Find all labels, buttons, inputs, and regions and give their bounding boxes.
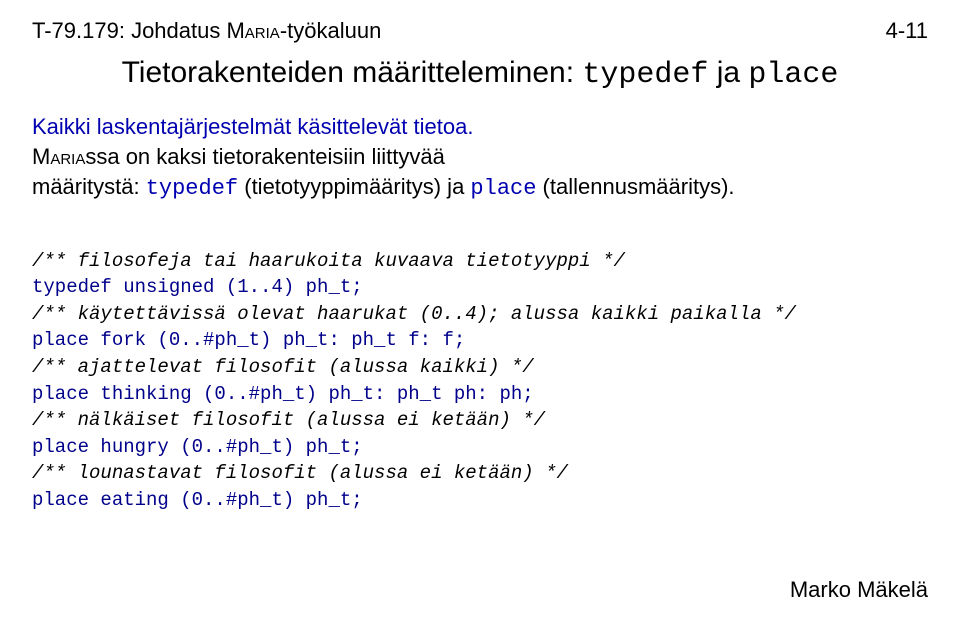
intro-line-2b: ssa on kaksi tietorakenteisiin liittyvää [85, 144, 445, 169]
title-keyword-place: place [748, 58, 838, 92]
title-text: Tietorakenteiden määritteleminen: [122, 56, 583, 89]
author: Marko Mäkelä [790, 577, 928, 603]
code-line-2: place fork (0..#ph_t) ph_t: ph_t f: f; [32, 329, 465, 351]
code-line-5: place eating (0..#ph_t) ph_t; [32, 489, 363, 511]
intro-tool: Maria [32, 144, 85, 169]
title-mid: ja [708, 56, 748, 89]
code-block: /** filosofeja tai haarukoita kuvaava ti… [32, 221, 928, 514]
code-line-3: place thinking (0..#ph_t) ph_t: ph_t ph:… [32, 383, 534, 405]
code-comment-4: /** nälkäiset filosofit (alussa ei ketää… [32, 409, 545, 431]
page-number: 4-11 [886, 18, 928, 44]
header-suffix: -työkaluun [280, 18, 382, 43]
intro-line-1: Kaikki laskentajärjestelmät käsittelevät… [32, 114, 928, 140]
code-line-1: typedef unsigned (1..4) ph_t; [32, 276, 363, 298]
header-prefix: T-79.179: Johdatus [32, 18, 226, 43]
intro-block: Kaikki laskentajärjestelmät käsittelevät… [32, 114, 928, 201]
header: T-79.179: Johdatus Maria-työkaluun 4-11 [32, 18, 928, 44]
header-tool: Maria [226, 18, 279, 43]
intro-keyword-typedef: typedef [146, 176, 238, 201]
title-keyword-typedef: typedef [582, 58, 708, 92]
intro-line-3a: määritystä: [32, 174, 146, 199]
intro-line-3b: (tietotyyppimääritys) ja [238, 174, 470, 199]
intro-line-2: Mariassa on kaksi tietorakenteisiin liit… [32, 144, 928, 170]
page-title: Tietorakenteiden määritteleminen: typede… [32, 56, 928, 92]
code-comment-5: /** lounastavat filosofit (alussa ei ket… [32, 462, 568, 484]
intro-line-3: määritystä: typedef (tietotyyppimääritys… [32, 174, 928, 201]
code-comment-3: /** ajattelevat filosofit (alussa kaikki… [32, 356, 534, 378]
intro-keyword-place: place [470, 176, 536, 201]
code-comment-2: /** käytettävissä olevat haarukat (0..4)… [32, 303, 796, 325]
intro-line-3c: (tallennusmääritys). [536, 174, 734, 199]
code-line-4: place hungry (0..#ph_t) ph_t; [32, 436, 363, 458]
header-left: T-79.179: Johdatus Maria-työkaluun [32, 18, 381, 44]
code-comment-1: /** filosofeja tai haarukoita kuvaava ti… [32, 250, 625, 272]
